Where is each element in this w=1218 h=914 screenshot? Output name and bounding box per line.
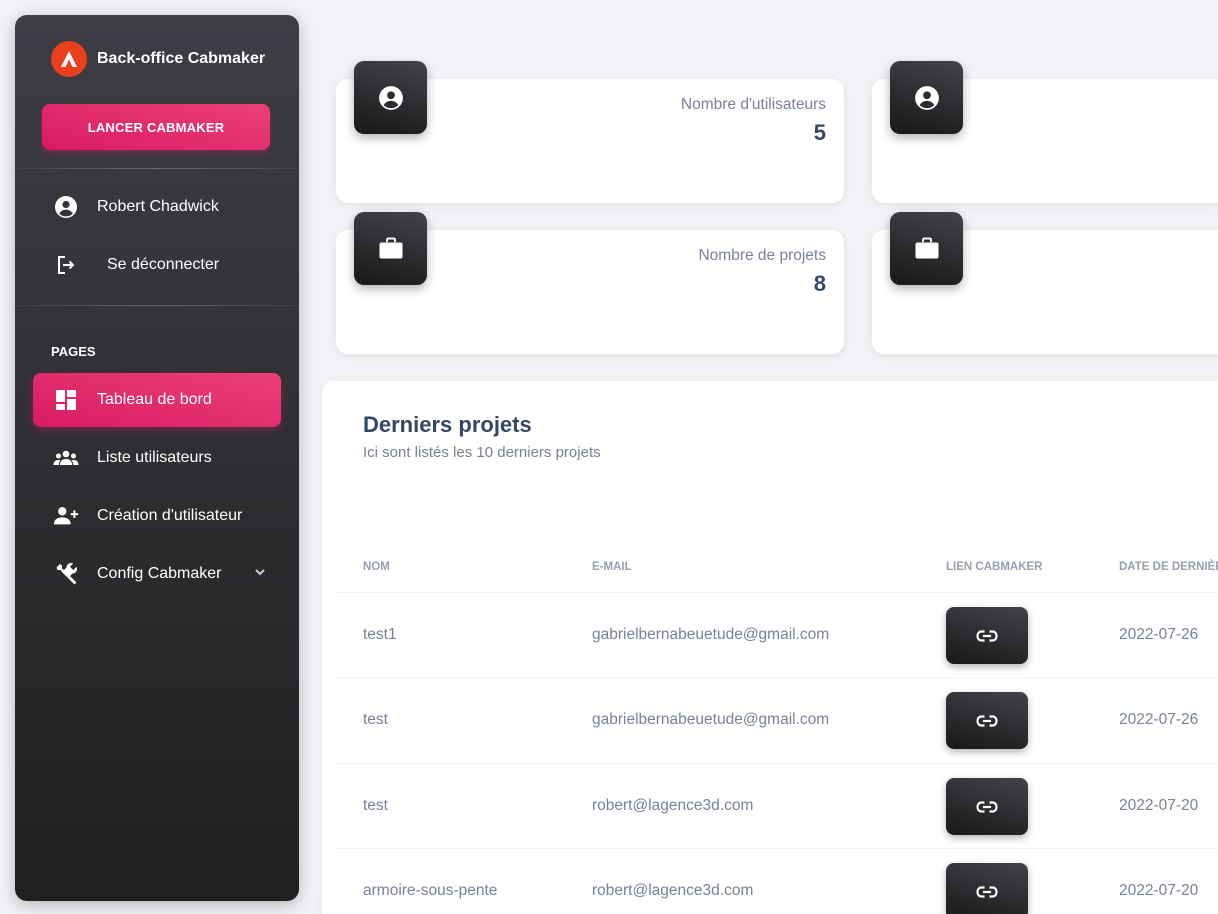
sidebar-item-label: Tableau de bord [97,391,212,408]
column-header-link[interactable]: LIEN CABMAKER [946,561,1042,573]
link-icon [976,629,998,642]
logout-item[interactable]: Se déconnecter [33,238,281,292]
cabmaker-link-button[interactable] [946,607,1028,664]
stat-card-projects: Nombre de projets 8 [336,212,844,354]
sidebar: Back-office Cabmaker LANCER CABMAKER Rob… [15,15,299,901]
group-icon [53,445,79,471]
project-date: 2022-07-26 [1119,626,1199,643]
stat-label: Nombre de projets [698,247,826,264]
briefcase-icon [890,212,963,285]
stat-value: 8 [813,271,826,296]
launch-cabmaker-button[interactable]: LANCER CABMAKER [42,104,270,150]
chevron-down-icon[interactable] [253,565,267,584]
stat-value: 5 [813,120,826,145]
cabmaker-link-button[interactable] [946,692,1028,749]
person-add-icon [53,503,79,529]
logout-icon [53,252,79,278]
table-row[interactable]: test1 gabrielbernabeuetude@gmail.com 202… [336,592,1218,677]
cabmaker-logo-icon [51,41,87,77]
user-name: Robert Chadwick [97,198,219,215]
project-date: 2022-07-20 [1119,797,1199,814]
latest-projects-card: Derniers projets Ici sont listés les 10 … [322,381,1218,914]
logout-label: Se déconnecter [107,256,220,273]
stat-card-secondary [872,212,1218,354]
briefcase-icon [354,212,427,285]
account-circle-icon [53,194,79,220]
divider [15,305,299,306]
user-profile-item[interactable]: Robert Chadwick [33,180,281,234]
link-icon [976,885,998,898]
projects-title: Derniers projets [363,412,532,437]
project-email: robert@lagence3d.com [592,797,754,814]
column-header-name[interactable]: NOM [363,561,390,573]
projects-subtitle: Ici sont listés les 10 derniers projets [363,444,601,461]
sidebar-item-dashboard[interactable]: Tableau de bord [33,373,281,427]
column-header-date[interactable]: DATE DE DERNIÈRE [1119,561,1218,573]
sidebar-item-label: Création d'utilisateur [97,507,243,524]
divider [15,168,299,169]
project-name: test [363,797,388,814]
stat-label: Nombre d'utilisateurs [680,96,826,113]
project-date: 2022-07-20 [1119,882,1199,899]
section-title-pages: PAGES [51,344,96,359]
wrench-icon [53,561,79,587]
stat-card-secondary [872,61,1218,203]
project-name: test1 [363,626,397,643]
table-row[interactable]: test robert@lagence3d.com 2022-07-20 [336,763,1218,848]
link-icon [976,800,998,813]
project-date: 2022-07-26 [1119,711,1199,728]
table-row[interactable]: armoire-sous-pente robert@lagence3d.com … [336,848,1218,914]
link-icon [976,714,998,727]
sidebar-item-users-list[interactable]: Liste utilisateurs [33,431,281,485]
brand[interactable]: Back-office Cabmaker [51,41,265,77]
sidebar-item-config-cabmaker[interactable]: Config Cabmaker [33,547,281,601]
project-email: robert@lagence3d.com [592,882,754,899]
column-header-email[interactable]: E-MAIL [592,561,632,573]
brand-name: Back-office Cabmaker [97,50,266,67]
sidebar-item-label: Liste utilisateurs [97,449,212,466]
sidebar-item-label: Config Cabmaker [97,565,222,582]
cabmaker-link-button[interactable] [946,778,1028,835]
cabmaker-link-button[interactable] [946,863,1028,914]
table-row[interactable]: test gabrielbernabeuetude@gmail.com 2022… [336,677,1218,762]
project-email: gabrielbernabeuetude@gmail.com [592,626,830,643]
person-icon [354,61,427,134]
project-email: gabrielbernabeuetude@gmail.com [592,711,830,728]
project-name: test [363,711,388,728]
person-icon [890,61,963,134]
stat-card-users: Nombre d'utilisateurs 5 [336,61,844,203]
sidebar-item-create-user[interactable]: Création d'utilisateur [33,489,281,543]
project-name: armoire-sous-pente [363,882,498,899]
dashboard-icon [53,387,79,413]
